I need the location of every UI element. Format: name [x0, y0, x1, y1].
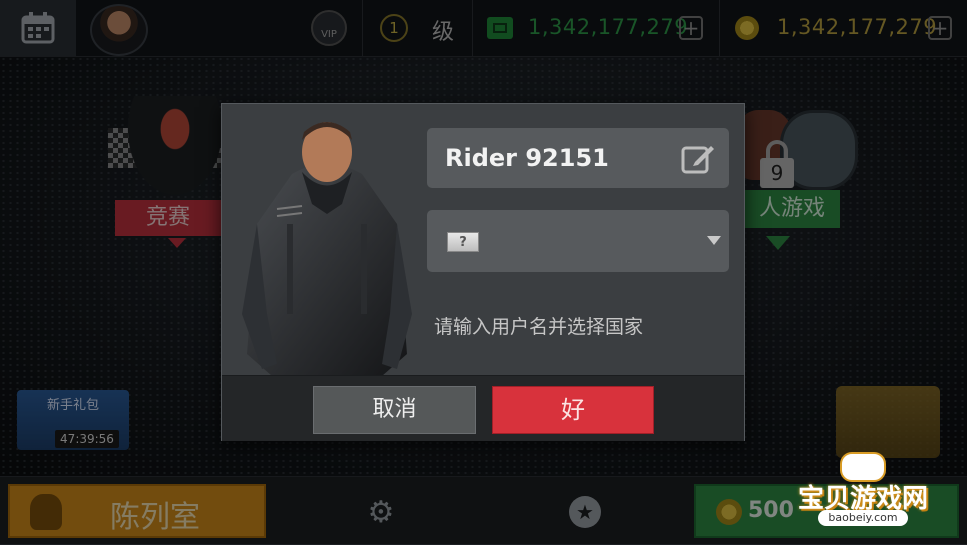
- edit-icon[interactable]: [681, 142, 715, 174]
- country-select[interactable]: ?: [427, 210, 729, 272]
- rider-character: [242, 122, 412, 376]
- instruction-text: 请输入用户名并选择国家: [434, 316, 644, 338]
- username-value: Rider 92151: [445, 144, 609, 172]
- unknown-flag-icon: ?: [447, 232, 479, 252]
- cancel-button[interactable]: 取消: [313, 386, 476, 434]
- dialog-footer: 取消 好: [222, 375, 744, 441]
- username-field[interactable]: Rider 92151: [427, 128, 729, 188]
- site-watermark: 宝贝游戏网 baobeiy.com: [788, 452, 938, 532]
- ok-button[interactable]: 好: [492, 386, 654, 434]
- profile-dialog: Rider 92151 ? 请输入用户名并选择国家 取消 好: [221, 103, 745, 441]
- dropdown-arrow-icon: [707, 236, 721, 245]
- watermark-url: baobeiy.com: [818, 510, 908, 526]
